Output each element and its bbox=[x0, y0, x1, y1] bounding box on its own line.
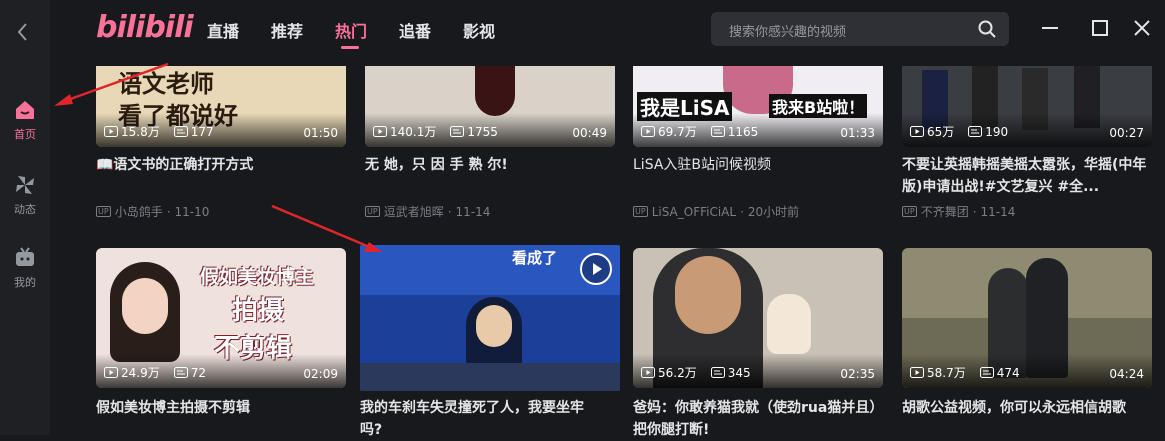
annotation-arrowhead bbox=[364, 242, 382, 252]
annotation-arrows bbox=[54, 62, 382, 252]
annotation-arrow bbox=[271, 204, 373, 250]
annotation-arrow bbox=[61, 62, 169, 104]
annotation-arrowhead bbox=[54, 94, 73, 106]
